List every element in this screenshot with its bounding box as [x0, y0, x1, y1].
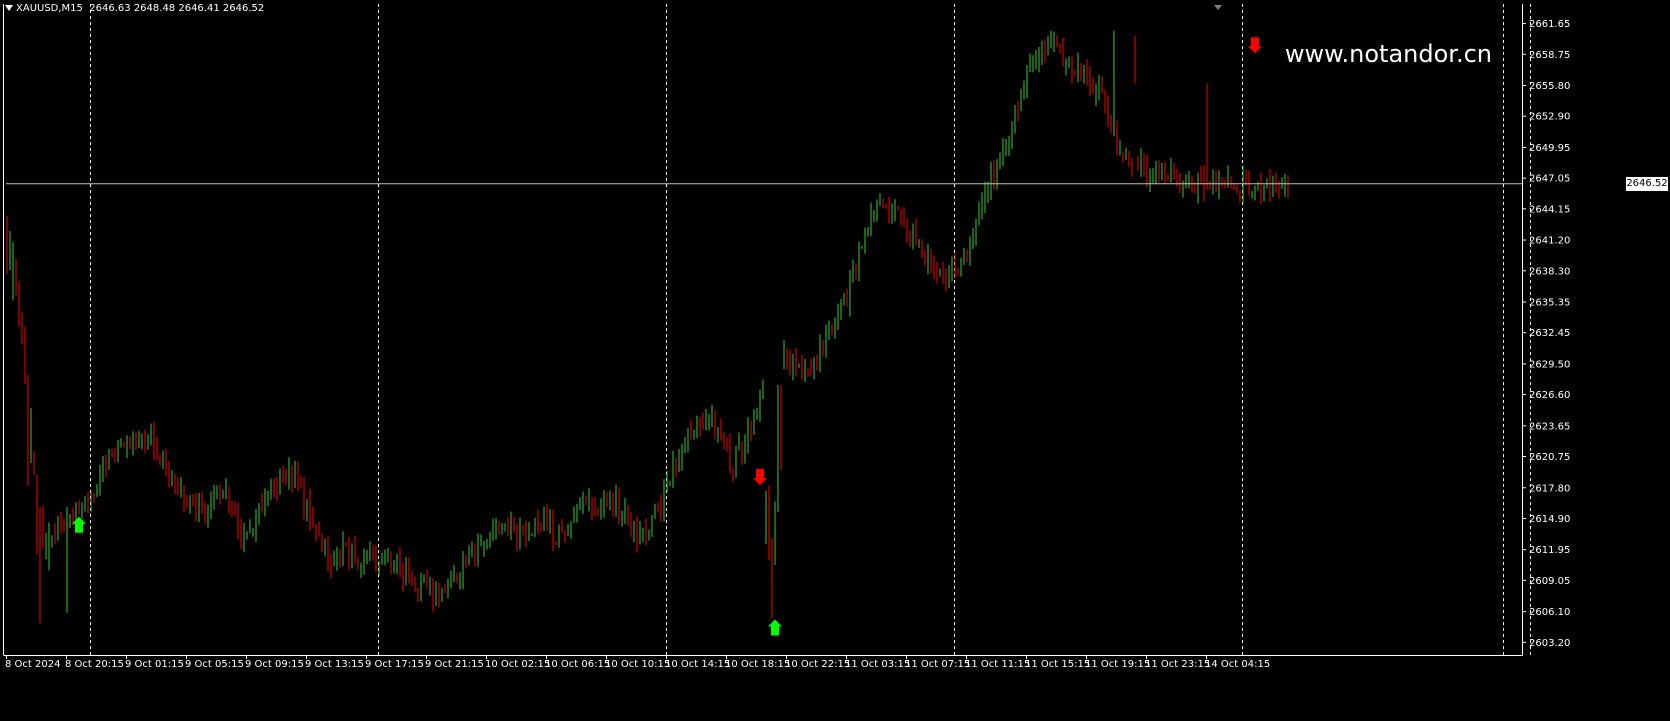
y-tick-label: 2638.30 — [1529, 266, 1570, 277]
sell-arrow-icon — [753, 469, 767, 486]
y-tick-label: 2647.05 — [1529, 174, 1570, 185]
y-tick-label: 2623.65 — [1529, 421, 1570, 432]
x-axis-ticks: 8 Oct 2024 8 Oct 20:15 9 Oct 01:15 9 Oct 05… — [5, 655, 1270, 670]
sell-arrow-icon — [1248, 37, 1262, 54]
x-tick-label: 11 Oct 07:15 — [905, 659, 970, 670]
current-price-tag: 2646.52 — [1626, 176, 1668, 191]
x-tick-label: 8 Oct 20:15 — [65, 659, 124, 670]
y-tick-label: 2606.10 — [1529, 607, 1570, 618]
x-tick-label: 11 Oct 11:15 — [965, 659, 1030, 670]
x-tick-label: 10 Oct 06:15 — [545, 659, 610, 670]
axes — [3, 4, 1523, 656]
y-tick-label: 2649.95 — [1529, 143, 1570, 154]
x-tick-label: 10 Oct 14:15 — [665, 659, 730, 670]
candles — [6, 30, 1289, 624]
x-tick-label: 9 Oct 05:15 — [185, 659, 244, 670]
x-tick-label: 10 Oct 22:15 — [785, 659, 850, 670]
x-tick-label: 9 Oct 13:15 — [305, 659, 364, 670]
buy-arrow-icon — [72, 516, 86, 533]
grid-lines — [90, 4, 1531, 655]
y-tick-label: 2617.80 — [1529, 483, 1570, 494]
x-tick-label: 9 Oct 09:15 — [245, 659, 304, 670]
y-tick-label: 2609.05 — [1529, 576, 1570, 587]
y-tick-label: 2603.20 — [1529, 638, 1570, 649]
y-tick-label: 2661.65 — [1529, 19, 1570, 30]
y-axis-ticks: 2661.65 2658.75 2655.80 2652.90 2649.95 2647.… — [1522, 19, 1570, 649]
chart-window[interactable]: 2661.65 2658.75 2655.80 2652.90 2649.95 2647.… — [0, 0, 1670, 721]
x-tick-label: 10 Oct 02:15 — [485, 659, 550, 670]
x-tick-label: 9 Oct 17:15 — [365, 659, 424, 670]
y-tick-label: 2629.50 — [1529, 359, 1570, 370]
x-tick-label: 10 Oct 18:15 — [725, 659, 790, 670]
symbol-label: XAUUSD,M15 — [16, 3, 83, 14]
dropdown-triangle-icon[interactable] — [5, 5, 13, 11]
y-tick-label: 2614.90 — [1529, 514, 1570, 525]
x-tick-label: 9 Oct 01:15 — [125, 659, 184, 670]
buy-arrow-icon — [768, 619, 782, 636]
shift-marker-icon — [1214, 5, 1222, 10]
x-tick-label: 11 Oct 03:15 — [845, 659, 910, 670]
x-tick-label: 11 Oct 23:15 — [1145, 659, 1210, 670]
x-tick-label: 8 Oct 2024 — [5, 659, 60, 670]
price-chart[interactable]: 2661.65 2658.75 2655.80 2652.90 2649.95 2647.… — [0, 0, 1670, 721]
x-tick-label: 11 Oct 19:15 — [1085, 659, 1150, 670]
watermark: www.notandor.cn — [1284, 40, 1492, 68]
y-tick-label: 2620.75 — [1529, 452, 1570, 463]
y-tick-label: 2632.45 — [1529, 328, 1570, 339]
y-tick-label: 2655.80 — [1529, 81, 1570, 92]
y-tick-label: 2635.35 — [1529, 297, 1570, 308]
ohlc-label: 2646.63 2648.48 2646.41 2646.52 — [89, 3, 265, 14]
y-tick-label: 2644.15 — [1529, 204, 1570, 215]
x-tick-label: 9 Oct 21:15 — [425, 659, 484, 670]
y-tick-label: 2652.90 — [1529, 112, 1570, 123]
y-tick-label: 2658.75 — [1529, 50, 1570, 61]
x-tick-label: 10 Oct 10:15 — [605, 659, 670, 670]
y-tick-label: 2611.95 — [1529, 545, 1570, 556]
chart-header: XAUUSD,M15 2646.63 2648.48 2646.41 2646.… — [5, 3, 264, 14]
x-tick-label: 14 Oct 04:15 — [1205, 659, 1270, 670]
x-tick-label: 11 Oct 15:15 — [1025, 659, 1090, 670]
y-tick-label: 2626.60 — [1529, 390, 1570, 401]
y-tick-label: 2641.20 — [1529, 236, 1570, 247]
